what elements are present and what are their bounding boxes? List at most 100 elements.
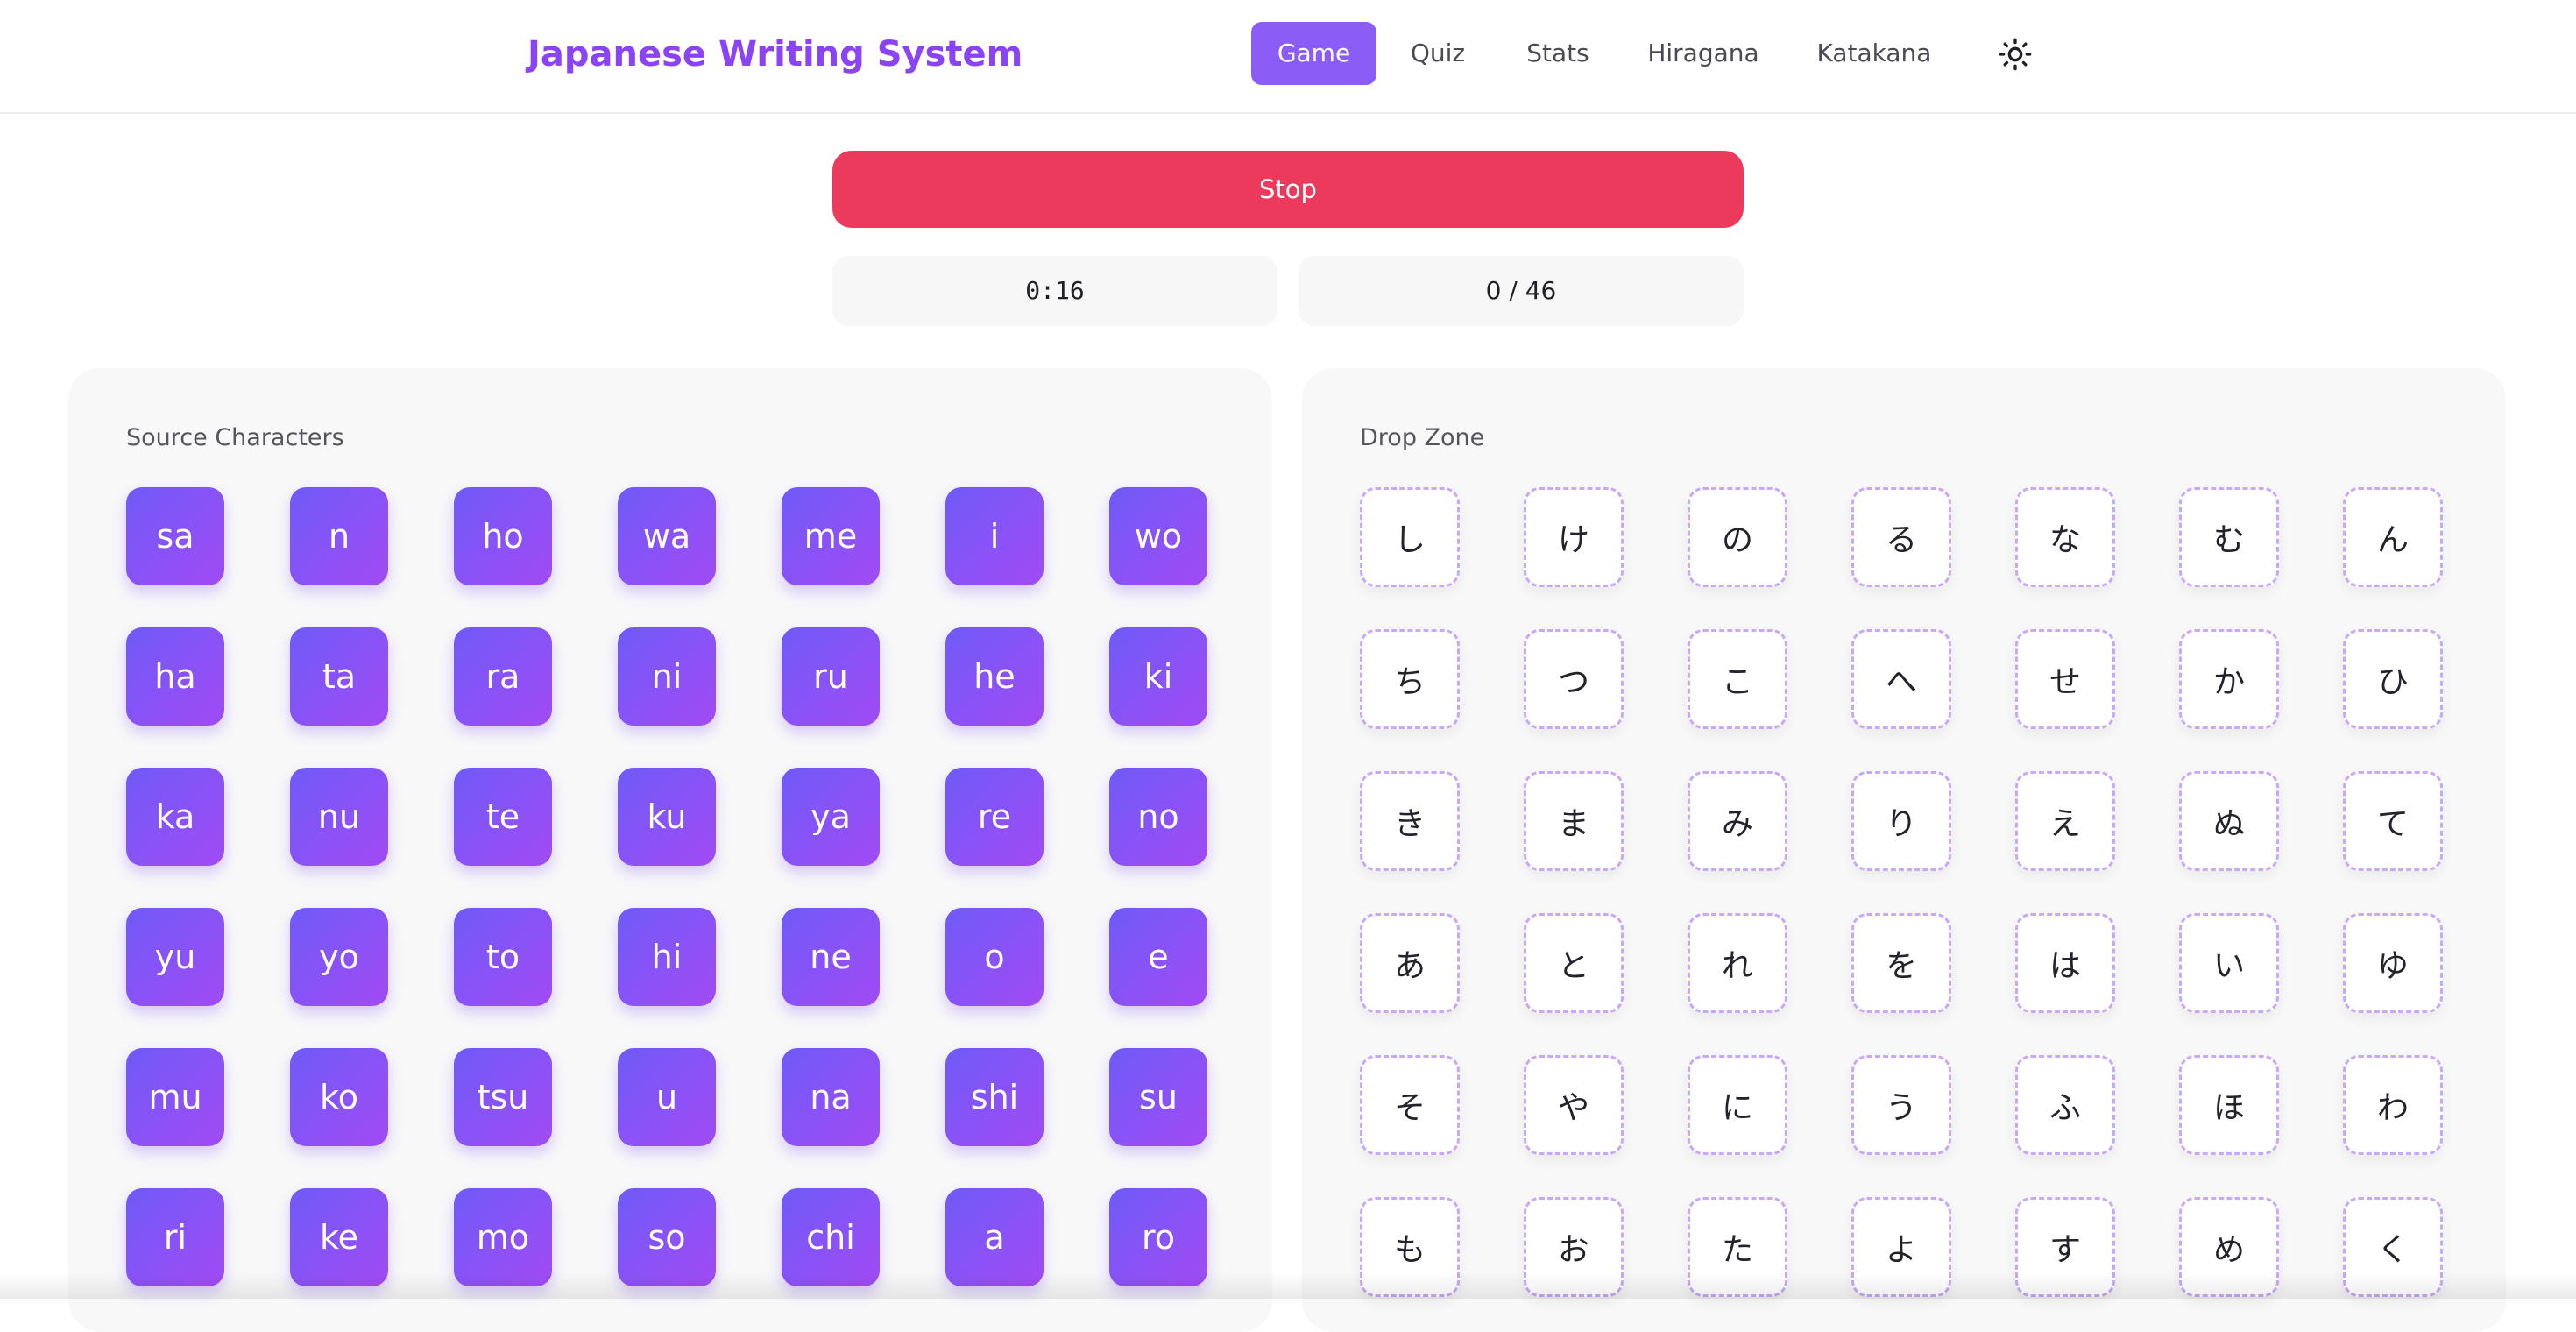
- nav-tab-game[interactable]: Game: [1251, 22, 1376, 85]
- source-tile[interactable]: i: [945, 487, 1044, 585]
- source-tile[interactable]: ni: [618, 627, 716, 726]
- drop-panel-title: Drop Zone: [1360, 424, 1485, 451]
- drop-slot[interactable]: す: [2015, 1197, 2115, 1297]
- drop-slot[interactable]: み: [1688, 771, 1787, 871]
- source-tile[interactable]: re: [945, 768, 1044, 866]
- nav-tab-hiragana[interactable]: Hiragana: [1637, 22, 1770, 85]
- drop-slot[interactable]: き: [1360, 771, 1460, 871]
- drop-slot[interactable]: ふ: [2015, 1055, 2115, 1155]
- source-tile[interactable]: ne: [782, 908, 880, 1006]
- nav-tab-katakana[interactable]: Katakana: [1808, 22, 1940, 85]
- source-tile[interactable]: yu: [126, 908, 224, 1006]
- source-tile[interactable]: ko: [290, 1048, 388, 1146]
- drop-slot[interactable]: ひ: [2343, 629, 2443, 729]
- drop-slot[interactable]: の: [1688, 487, 1787, 587]
- drop-slot[interactable]: り: [1851, 771, 1951, 871]
- drop-slot[interactable]: そ: [1360, 1055, 1460, 1155]
- drop-slot[interactable]: ゆ: [2343, 913, 2443, 1013]
- source-tile[interactable]: to: [454, 908, 552, 1006]
- drop-slot[interactable]: ん: [2343, 487, 2443, 587]
- source-tile[interactable]: ho: [454, 487, 552, 585]
- drop-slot[interactable]: ぬ: [2179, 771, 2279, 871]
- drop-slot[interactable]: を: [1851, 913, 1951, 1013]
- drop-slot[interactable]: と: [1524, 913, 1624, 1013]
- source-tile[interactable]: ra: [454, 627, 552, 726]
- source-tile[interactable]: u: [618, 1048, 716, 1146]
- source-tile[interactable]: yo: [290, 908, 388, 1006]
- source-tile[interactable]: shi: [945, 1048, 1044, 1146]
- source-tile[interactable]: ki: [1109, 627, 1207, 726]
- source-tile[interactable]: sa: [126, 487, 224, 585]
- source-tile[interactable]: hi: [618, 908, 716, 1006]
- app-header: Japanese Writing System Game Quiz Stats …: [0, 0, 2576, 114]
- nav-tab-quiz[interactable]: Quiz: [1398, 22, 1477, 85]
- source-tile[interactable]: mo: [454, 1188, 552, 1286]
- drop-slot[interactable]: う: [1851, 1055, 1951, 1155]
- drop-slot[interactable]: む: [2179, 487, 2279, 587]
- drop-slot[interactable]: れ: [1688, 913, 1787, 1013]
- source-tile[interactable]: ri: [126, 1188, 224, 1286]
- theme-toggle-button[interactable]: [1994, 35, 2036, 74]
- drop-slot[interactable]: く: [2343, 1197, 2443, 1297]
- drop-slot[interactable]: は: [2015, 913, 2115, 1013]
- drop-slot[interactable]: つ: [1524, 629, 1624, 729]
- source-tile[interactable]: tsu: [454, 1048, 552, 1146]
- source-tile[interactable]: e: [1109, 908, 1207, 1006]
- drop-slot[interactable]: や: [1524, 1055, 1624, 1155]
- drop-slot[interactable]: へ: [1851, 629, 1951, 729]
- source-tile[interactable]: ta: [290, 627, 388, 726]
- drop-slot[interactable]: わ: [2343, 1055, 2443, 1155]
- source-tile-grid: sa n ho wa me i wo ha ta ra ni ru he ki ka nu te ku ya re no…: [126, 487, 1221, 1286]
- nav-tab-stats[interactable]: Stats: [1514, 22, 1602, 85]
- source-tile[interactable]: ka: [126, 768, 224, 866]
- drop-slot[interactable]: せ: [2015, 629, 2115, 729]
- source-tile[interactable]: o: [945, 908, 1044, 1006]
- source-tile[interactable]: ro: [1109, 1188, 1207, 1286]
- source-tile[interactable]: a: [945, 1188, 1044, 1286]
- source-tile[interactable]: su: [1109, 1048, 1207, 1146]
- stop-button[interactable]: Stop: [832, 151, 1744, 228]
- source-tile[interactable]: ru: [782, 627, 880, 726]
- source-tile[interactable]: wa: [618, 487, 716, 585]
- drop-slot[interactable]: て: [2343, 771, 2443, 871]
- source-tile[interactable]: so: [618, 1188, 716, 1286]
- drop-slot[interactable]: め: [2179, 1197, 2279, 1297]
- drop-zone-panel: Drop Zone しけのるなむんちつこへせかひきまみりえぬてあとれをはいゆそや…: [1302, 368, 2506, 1332]
- source-tile[interactable]: ke: [290, 1188, 388, 1286]
- drop-slot[interactable]: け: [1524, 487, 1624, 587]
- drop-slot[interactable]: ほ: [2179, 1055, 2279, 1155]
- drop-slot[interactable]: お: [1524, 1197, 1624, 1297]
- source-tile[interactable]: he: [945, 627, 1044, 726]
- source-tile[interactable]: no: [1109, 768, 1207, 866]
- drop-slot[interactable]: か: [2179, 629, 2279, 729]
- drop-slot-grid: しけのるなむんちつこへせかひきまみりえぬてあとれをはいゆそやにうふほわもおたよす…: [1360, 487, 2455, 1297]
- source-tile[interactable]: wo: [1109, 487, 1207, 585]
- drop-slot[interactable]: る: [1851, 487, 1951, 587]
- sun-icon: [1999, 38, 2032, 71]
- drop-slot[interactable]: よ: [1851, 1197, 1951, 1297]
- drop-slot[interactable]: ま: [1524, 771, 1624, 871]
- source-tile[interactable]: mu: [126, 1048, 224, 1146]
- drop-slot[interactable]: あ: [1360, 913, 1460, 1013]
- drop-slot[interactable]: い: [2179, 913, 2279, 1013]
- source-tile[interactable]: ku: [618, 768, 716, 866]
- source-tile[interactable]: na: [782, 1048, 880, 1146]
- source-tile[interactable]: n: [290, 487, 388, 585]
- source-panel-title: Source Characters: [126, 424, 344, 451]
- drop-slot[interactable]: え: [2015, 771, 2115, 871]
- source-tile[interactable]: nu: [290, 768, 388, 866]
- drop-slot[interactable]: た: [1688, 1197, 1787, 1297]
- source-tile[interactable]: me: [782, 487, 880, 585]
- source-tile[interactable]: chi: [782, 1188, 880, 1286]
- timer-display: 0:16: [832, 256, 1277, 326]
- drop-slot[interactable]: に: [1688, 1055, 1787, 1155]
- drop-slot[interactable]: ち: [1360, 629, 1460, 729]
- source-tile[interactable]: te: [454, 768, 552, 866]
- source-tile[interactable]: ya: [782, 768, 880, 866]
- drop-slot[interactable]: も: [1360, 1197, 1460, 1297]
- source-tile[interactable]: ha: [126, 627, 224, 726]
- main-nav: Game Quiz Stats Hiragana Katakana: [0, 0, 2576, 109]
- drop-slot[interactable]: し: [1360, 487, 1460, 587]
- drop-slot[interactable]: こ: [1688, 629, 1787, 729]
- drop-slot[interactable]: な: [2015, 487, 2115, 587]
